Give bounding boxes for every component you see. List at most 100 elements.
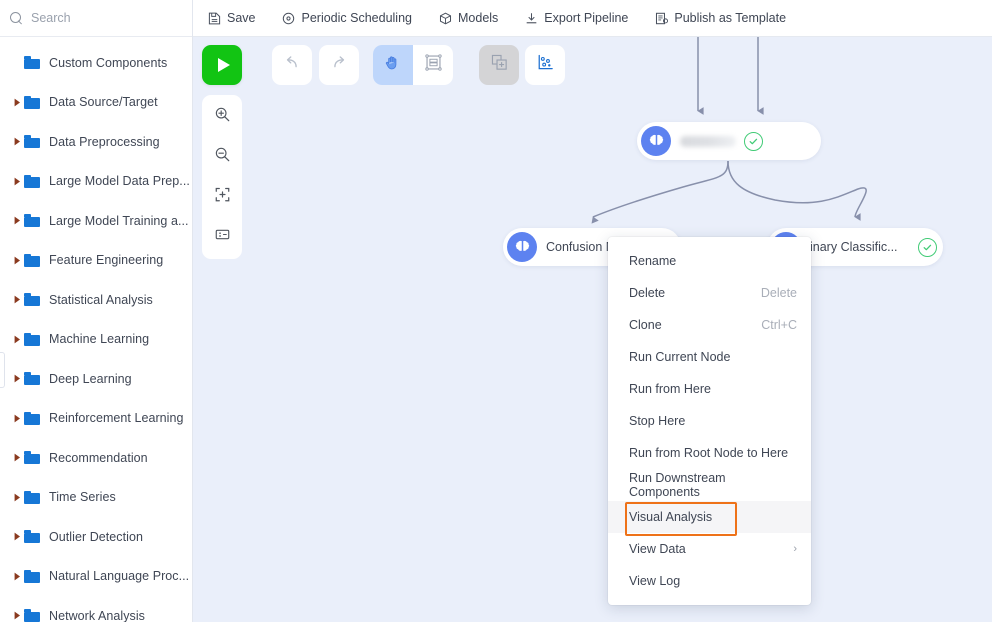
tree-item-label: Outlier Detection xyxy=(49,529,143,544)
chevron-right-icon[interactable] xyxy=(10,374,24,383)
chevron-right-icon: › xyxy=(793,542,797,555)
component-tree: Custom Components Data Source/Target Dat… xyxy=(0,37,192,622)
tree-item-label: Large Model Training a... xyxy=(49,213,189,228)
tree-item-large-model-training[interactable]: Large Model Training a... xyxy=(0,201,192,241)
tree-item-large-model-data-prep[interactable]: Large Model Data Prep... xyxy=(0,162,192,202)
folder-icon xyxy=(24,451,40,465)
chevron-right-icon[interactable] xyxy=(10,137,24,146)
folder-icon xyxy=(24,95,40,109)
component-sidebar: Custom Components Data Source/Target Dat… xyxy=(0,0,193,622)
context-menu-item-visual-analysis[interactable]: Visual Analysis xyxy=(608,501,811,536)
context-menu-item-run-from-here[interactable]: Run from Here xyxy=(608,373,811,405)
tree-item-label: Custom Components xyxy=(49,55,168,70)
tree-item-data-source-target[interactable]: Data Source/Target xyxy=(0,83,192,123)
chevron-right-icon[interactable] xyxy=(10,611,24,620)
folder-icon xyxy=(24,569,40,583)
tree-item-custom-components[interactable]: Custom Components xyxy=(0,43,192,83)
hand-icon xyxy=(384,54,402,77)
node-label: inary Classific... xyxy=(810,240,898,254)
scatter-chart-icon xyxy=(536,53,555,77)
chevron-right-icon[interactable] xyxy=(10,295,24,304)
undo-button[interactable] xyxy=(272,45,312,85)
brain-icon xyxy=(507,232,537,262)
folder-icon xyxy=(24,411,40,425)
visual-analysis-button[interactable] xyxy=(525,45,565,85)
chevron-right-icon[interactable] xyxy=(10,256,24,265)
chevron-right-icon[interactable] xyxy=(10,177,24,186)
redo-button[interactable] xyxy=(319,45,359,85)
tree-item-label: Reinforcement Learning xyxy=(49,411,184,426)
context-menu-item-clone[interactable]: Clone Ctrl+C xyxy=(608,309,811,341)
publish-as-template-button[interactable]: Publish as Template xyxy=(654,7,800,29)
chevron-right-icon[interactable] xyxy=(10,532,24,541)
tree-item-data-preprocessing[interactable]: Data Preprocessing xyxy=(0,122,192,162)
tree-item-natural-language-processing[interactable]: Natural Language Proc... xyxy=(0,557,192,597)
chevron-right-icon[interactable] xyxy=(10,414,24,423)
folder-icon xyxy=(24,56,40,70)
chevron-right-icon[interactable] xyxy=(10,572,24,581)
tree-item-label: Large Model Data Prep... xyxy=(49,174,190,189)
select-frame-tool[interactable] xyxy=(413,45,453,85)
sidebar-collapse-handle[interactable] xyxy=(0,352,5,388)
periodic-scheduling-button[interactable]: Periodic Scheduling xyxy=(282,7,427,29)
add-group-button[interactable] xyxy=(479,45,519,85)
tree-item-deep-learning[interactable]: Deep Learning xyxy=(0,359,192,399)
pipeline-canvas[interactable]: Confusion M... inary Classific... Rename… xyxy=(193,37,992,622)
search-icon xyxy=(10,11,23,25)
tree-item-reinforcement-learning[interactable]: Reinforcement Learning xyxy=(0,399,192,439)
fit-to-screen-button[interactable] xyxy=(207,182,237,212)
chevron-right-icon[interactable] xyxy=(10,493,24,502)
menu-item-label: Run from Here xyxy=(629,382,711,396)
menu-item-label: Clone xyxy=(629,318,662,332)
canvas-mode-toggle[interactable] xyxy=(373,45,453,85)
chevron-right-icon[interactable] xyxy=(10,335,24,344)
tree-item-feature-engineering[interactable]: Feature Engineering xyxy=(0,241,192,281)
context-menu-item-view-data[interactable]: View Data › xyxy=(608,533,811,565)
tree-item-time-series[interactable]: Time Series xyxy=(0,478,192,518)
frame-select-icon xyxy=(424,53,443,77)
brain-icon xyxy=(641,126,671,156)
zoom-in-button[interactable] xyxy=(207,102,237,132)
tree-item-label: Time Series xyxy=(49,490,116,505)
save-label: Save xyxy=(227,11,256,25)
chevron-right-icon[interactable] xyxy=(10,98,24,107)
minimap-toggle-button[interactable] xyxy=(207,222,237,252)
context-menu-item-run-downstream-components[interactable]: Run Downstream Components xyxy=(608,469,811,501)
run-button[interactable] xyxy=(202,45,242,85)
undo-arrow-icon xyxy=(282,53,302,78)
context-menu-item-view-log[interactable]: View Log xyxy=(608,565,811,597)
tree-item-machine-learning[interactable]: Machine Learning xyxy=(0,320,192,360)
cube-icon xyxy=(438,11,452,25)
context-menu-item-run-from-root-node-to-here[interactable]: Run from Root Node to Here xyxy=(608,437,811,469)
save-button[interactable]: Save xyxy=(207,7,270,29)
context-menu-item-stop-here[interactable]: Stop Here xyxy=(608,405,811,437)
tree-item-outlier-detection[interactable]: Outlier Detection xyxy=(0,517,192,557)
tree-item-label: Data Source/Target xyxy=(49,95,158,110)
tree-item-network-analysis[interactable]: Network Analysis xyxy=(0,596,192,622)
chevron-right-icon[interactable] xyxy=(10,216,24,225)
export-pipeline-button[interactable]: Export Pipeline xyxy=(524,7,642,29)
tree-item-statistical-analysis[interactable]: Statistical Analysis xyxy=(0,280,192,320)
tree-item-label: Data Preprocessing xyxy=(49,134,160,149)
folder-icon xyxy=(24,609,40,622)
tree-item-label: Statistical Analysis xyxy=(49,292,153,307)
context-menu-item-run-current-node[interactable]: Run Current Node xyxy=(608,341,811,373)
folder-icon xyxy=(24,214,40,228)
download-icon xyxy=(524,11,538,25)
clock-icon xyxy=(282,11,296,25)
pipeline-node[interactable] xyxy=(637,122,821,160)
context-menu-item-delete[interactable]: Delete Delete xyxy=(608,277,811,309)
tree-item-recommendation[interactable]: Recommendation xyxy=(0,438,192,478)
template-icon xyxy=(654,11,668,25)
menu-item-label: Run Downstream Components xyxy=(629,471,726,499)
models-button[interactable]: Models xyxy=(438,7,512,29)
application-window: Custom Components Data Source/Target Dat… xyxy=(0,0,992,622)
folder-icon xyxy=(24,253,40,267)
chevron-right-icon[interactable] xyxy=(10,453,24,462)
pan-tool[interactable] xyxy=(373,45,413,85)
search-bar xyxy=(0,0,192,37)
search-input[interactable] xyxy=(31,11,182,25)
context-menu-item-rename[interactable]: Rename xyxy=(608,245,811,277)
main-area: Save Periodic Scheduling Models Export P… xyxy=(193,0,992,622)
zoom-out-button[interactable] xyxy=(207,142,237,172)
